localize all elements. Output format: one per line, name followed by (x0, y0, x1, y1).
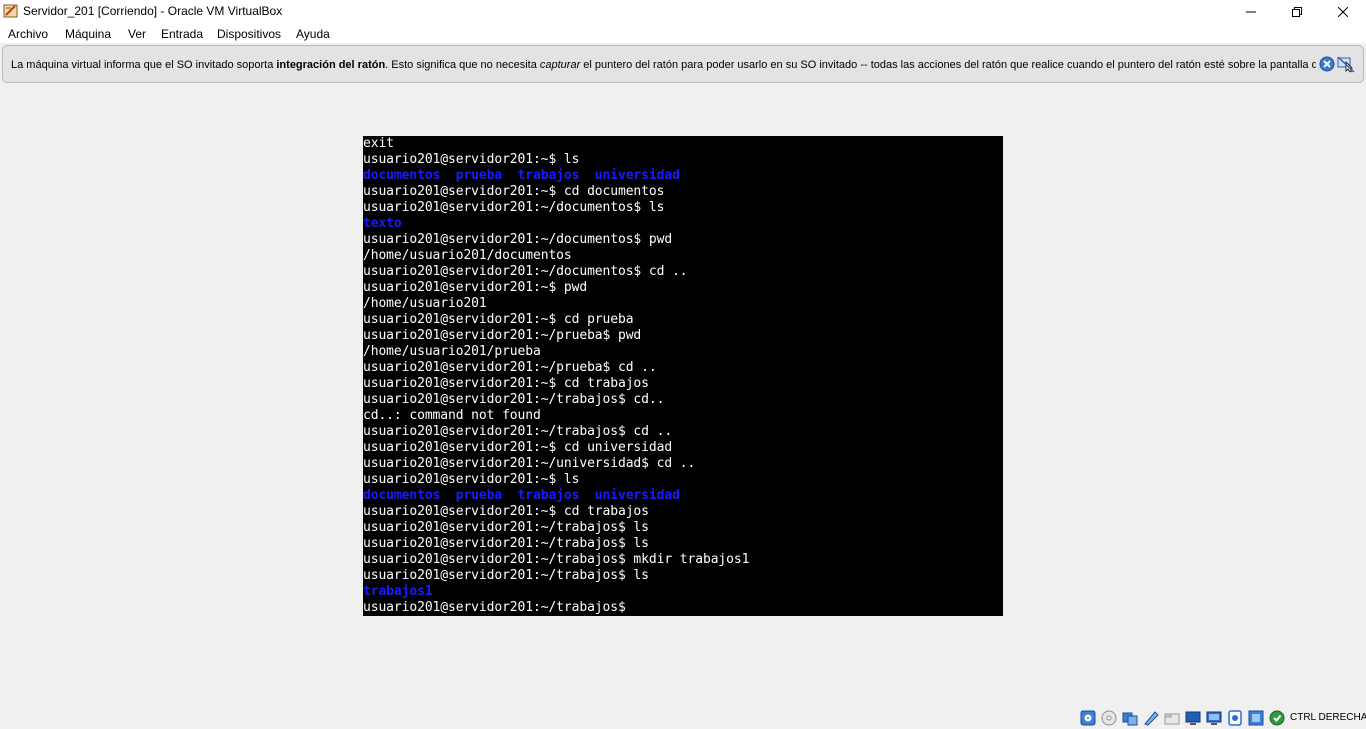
network-icon[interactable] (1143, 710, 1159, 726)
menu-entrada[interactable]: Entrada (161, 27, 203, 41)
menu-bar: Archivo Máquina Ver Entrada Dispositivos… (0, 23, 1366, 43)
menu-ayuda[interactable]: Ayuda (296, 27, 330, 41)
console-line: usuario201@servidor201:~/trabajos$ (363, 600, 626, 615)
close-icon (1338, 6, 1348, 17)
console-line: usuario201@servidor201:~/trabajos$ cd .. (363, 424, 673, 439)
console-line: usuario201@servidor201:~$ cd trabajos (363, 504, 649, 519)
console-line: usuario201@servidor201:~/documentos$ ls (363, 200, 665, 215)
mouse-integration-notification: La máquina virtual informa que el SO inv… (2, 45, 1364, 83)
menu-ver[interactable]: Ver (128, 27, 146, 41)
console-line: usuario201@servidor201:~/trabajos$ mkdir… (363, 552, 750, 567)
minimize-button[interactable] (1228, 0, 1274, 23)
console-line: usuario201@servidor201:~$ cd documentos (363, 184, 665, 199)
console-line: usuario201@servidor201:~$ ls (363, 152, 580, 167)
usb-icon[interactable] (1164, 710, 1180, 726)
cpu-icon[interactable] (1248, 710, 1264, 726)
console-line: usuario201@servidor201:~$ cd prueba (363, 312, 634, 327)
guest-console-screen[interactable]: exit usuario201@servidor201:~$ ls document… (363, 136, 1003, 616)
close-button[interactable] (1320, 0, 1366, 23)
notification-text: La máquina virtual informa que el SO inv… (11, 59, 1316, 71)
console-line: usuario201@servidor201:~/documentos$ pwd (363, 232, 673, 247)
console-output: exit usuario201@servidor201:~$ ls document… (363, 136, 749, 616)
close-notice-icon[interactable] (1319, 56, 1335, 72)
console-line: /home/usuario201 (363, 296, 487, 311)
console-line: usuario201@servidor201:~$ cd trabajos (363, 376, 649, 391)
console-line: usuario201@servidor201:~/trabajos$ ls (363, 536, 649, 551)
shared-folders-icon[interactable] (1185, 710, 1201, 726)
mouse-integration-status-icon[interactable] (1269, 710, 1285, 726)
console-line: usuario201@servidor201:~/trabajos$ ls (363, 520, 649, 535)
console-line: usuario201@servidor201:~/prueba$ pwd (363, 328, 642, 343)
notification-text-middle: . Esto significa que no necesita (385, 59, 540, 71)
display-icon[interactable] (1206, 710, 1222, 726)
console-line: usuario201@servidor201:~/universidad$ cd… (363, 456, 696, 471)
console-line: /home/usuario201/documentos (363, 248, 572, 263)
console-line: usuario201@servidor201:~/prueba$ cd .. (363, 360, 657, 375)
console-line: usuario201@servidor201:~/trabajos$ ls (363, 568, 649, 583)
console-line: usuario201@servidor201:~$ cd universidad (363, 440, 673, 455)
maximize-icon (1292, 6, 1302, 17)
console-line: usuario201@servidor201:~$ pwd (363, 280, 588, 295)
console-line: usuario201@servidor201:~/documentos$ cd … (363, 264, 688, 279)
menu-maquina[interactable]: Máquina (65, 27, 111, 41)
mouse-integration-icon[interactable] (1337, 56, 1355, 73)
title-bar[interactable]: Servidor_201 [Corriendo] - Oracle VM Vir… (0, 0, 1366, 23)
notification-text-start: La máquina virtual informa que el SO inv… (11, 59, 277, 71)
maximize-button[interactable] (1274, 0, 1320, 23)
notification-text-bold: integración del ratón (276, 59, 386, 71)
host-key-label: CTRL DERECHA (1290, 712, 1366, 723)
audio-icon[interactable] (1122, 710, 1138, 726)
console-line: exit (363, 136, 394, 151)
console-line: usuario201@servidor201:~$ ls (363, 472, 580, 487)
console-line: documentos prueba trabajos universidad (363, 168, 680, 183)
virtualbox-icon (3, 4, 18, 18)
console-line: texto (363, 216, 402, 231)
console-line: documentos prueba trabajos universidad (363, 488, 680, 503)
notification-text-end: el puntero del ratón para poder usarlo e… (580, 59, 1316, 71)
console-line: /home/usuario201/prueba (363, 344, 541, 359)
optical-drive-icon[interactable] (1101, 710, 1117, 726)
minimize-icon (1246, 11, 1256, 12)
status-bar: CTRL DERECHA (0, 705, 1366, 729)
menu-dispositivos[interactable]: Dispositivos (217, 27, 281, 41)
console-line: cd..: command not found (363, 408, 541, 423)
video-capture-icon[interactable] (1227, 710, 1243, 726)
notification-text-italic: capturar (539, 59, 581, 71)
window-title: Servidor_201 [Corriendo] - Oracle VM Vir… (23, 4, 283, 18)
console-line: usuario201@servidor201:~/trabajos$ cd.. (363, 392, 665, 407)
hard-disk-icon[interactable] (1080, 710, 1096, 726)
menu-archivo[interactable]: Archivo (8, 27, 48, 41)
console-line: trabajos1 (363, 584, 433, 599)
